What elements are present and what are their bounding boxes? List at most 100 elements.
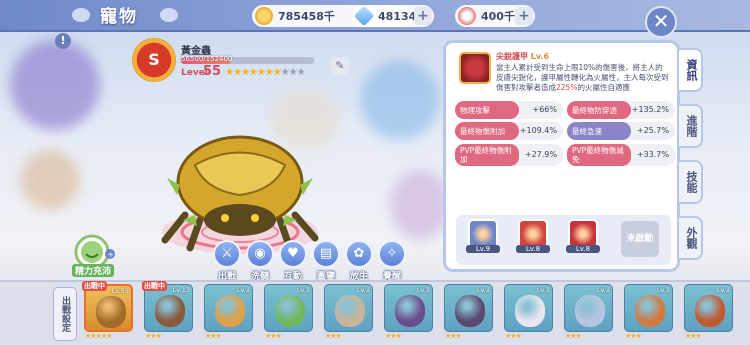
pet-portrait: Lv.1 [504,284,553,332]
pet-card[interactable]: Lv.1 ★★★ [564,284,613,342]
deploy-settings-button[interactable]: 出戰設定 [53,287,77,341]
action-button-4[interactable]: ✿ 放生 [342,240,376,282]
stat-item: 最終急速 +25.7% [567,122,675,140]
beetle-head [204,204,276,236]
background-blob [360,60,440,140]
pet-card[interactable]: Lv.1 ★★★ [384,284,433,342]
coin-icon [255,7,273,25]
feather-icon [458,7,476,25]
skill-desc-highlight: 225% [556,83,578,92]
skill-slot[interactable]: Lv.8 [566,219,600,259]
pet-portrait: Lv.13 [144,284,193,332]
rename-button[interactable]: ✎ [331,57,349,75]
book-icon: ▤ [312,240,340,268]
stat-item: 最終物傷附加 +109.4% [455,122,563,140]
stat-value: +109.4% [519,126,557,135]
pet-level: Lv.1 [656,286,670,294]
pet-portrait: Lv.1 [384,284,433,332]
pet-portrait: Lv.1 [564,284,613,332]
action-button-1[interactable]: ◉ 洗髓 [243,240,277,282]
tab-1[interactable]: 進階 [679,104,703,148]
pet-stars: ★★★ [145,332,162,340]
feather-currency: 400千 + [455,5,535,27]
stat-item: PVP最終物傷附加 +27.9% [455,144,563,166]
stat-value: +25.7% [636,126,669,135]
rank-badge: S [132,38,176,82]
stat-name: 最終物傷附加 [455,122,519,140]
pet-stars: ★★★ [445,332,462,340]
pet-stars: ★★★ [625,332,642,340]
star-icon: ★ [264,67,274,78]
pet-level: Lv.1 [716,286,730,294]
pet-level: Lv.1 [416,286,430,294]
skill-slot-level: Lv.8 [566,245,600,253]
pet-level: Lv.1 [476,286,490,294]
add-feather-button[interactable]: + [515,7,533,25]
pet-portrait: Lv.1 [324,284,373,332]
heart-icon: ♥ [279,240,307,268]
pet-card[interactable]: Lv.1 ★★★ [684,284,733,342]
pet-screen: 寵物 785458千 + 48134 + 400千 + ✕ ! S 黃金蟲 56… [0,0,750,345]
pet-card[interactable]: Lv.1 ★★★ [624,284,673,342]
pet-portrait: Lv.55 [84,284,133,332]
wing-icon [72,8,90,22]
pet-model [161,135,319,254]
pet-stars: ★★★ [325,332,342,340]
stat-item: 最終物防穿透 +135.2% [567,101,675,119]
pet-card[interactable]: Lv.13 ★★★ 出戰中 [142,281,193,342]
level-value: 55 [203,64,222,79]
pet-level: Lv.1 [536,286,550,294]
pet-stars: ★★★ [685,332,702,340]
star-icon: ★ [240,67,250,78]
pet-thumbnail [695,295,725,327]
action-button-2[interactable]: ♥ 互動 [276,240,310,282]
pet-card[interactable]: Lv.1 ★★★ [444,284,493,342]
pet-stars: ★★★ [565,332,582,340]
page-title: 寵物 [100,7,138,27]
diamond-currency: 48134 + [352,5,434,27]
pet-card[interactable]: Lv.1 ★★★ [264,284,313,342]
wing-icon [160,8,178,22]
pet-thumbnail [215,295,245,327]
skill-slot[interactable]: Lv.9 [466,219,500,259]
pet-card[interactable]: Lv.1 ★★★ [504,284,553,342]
top-bar: 寵物 785458千 + 48134 + 400千 + [0,0,750,32]
auto-skill-button[interactable]: 未啟動 [621,221,659,257]
close-icon: ✕ [652,9,670,33]
skill-slot[interactable]: Lv.8 [516,219,550,259]
pet-card[interactable]: Lv.1 ★★★ [204,284,253,342]
tab-3[interactable]: 外觀 [679,216,703,260]
pet-portrait: Lv.1 [624,284,673,332]
pet-level: Lv.1 [236,286,250,294]
action-button-5[interactable]: ✧ 覺醒 [375,240,409,282]
beetle-eye [221,214,229,222]
pet-portrait: Lv.1 [444,284,493,332]
swords-icon: ⚔ [213,240,241,268]
stat-item: 物理攻擊 +66% [455,101,563,119]
info-button[interactable]: ! [55,33,71,49]
add-diamond-button[interactable]: + [414,7,432,25]
action-button-3[interactable]: ▤ 圖鑒 [309,240,343,282]
skill-slot-level: Lv.8 [516,245,550,253]
pet-thumbnail [275,295,305,327]
pet-portrait: Lv.1 [204,284,253,332]
close-button[interactable]: ✕ [645,6,677,38]
pet-portrait: Lv.1 [264,284,313,332]
star-icon: ★ [225,67,234,78]
pet-card[interactable]: Lv.55 ★★★★★ 出戰中 [82,281,133,342]
pet-card[interactable]: Lv.1 ★★★ [324,284,373,342]
awaken-icon: ✧ [378,240,406,268]
pet-level: Lv.55 [111,287,129,295]
background-blob [10,40,100,130]
stat-name: PVP最終物傷減免 [567,144,631,166]
pet-thumbnail [635,295,665,327]
tab-2[interactable]: 技能 [679,160,703,204]
pet-thumbnail [575,295,605,327]
pet-level: Lv.13 [172,286,190,294]
background-blob [20,150,80,210]
pet-thumbnail [96,296,126,328]
pet-level: Lv.1 [596,286,610,294]
diamond-amount: 48134 [378,9,417,23]
tab-0[interactable]: 資訊 [679,48,703,92]
action-button-0[interactable]: ⚔ 出戰 [210,240,244,282]
